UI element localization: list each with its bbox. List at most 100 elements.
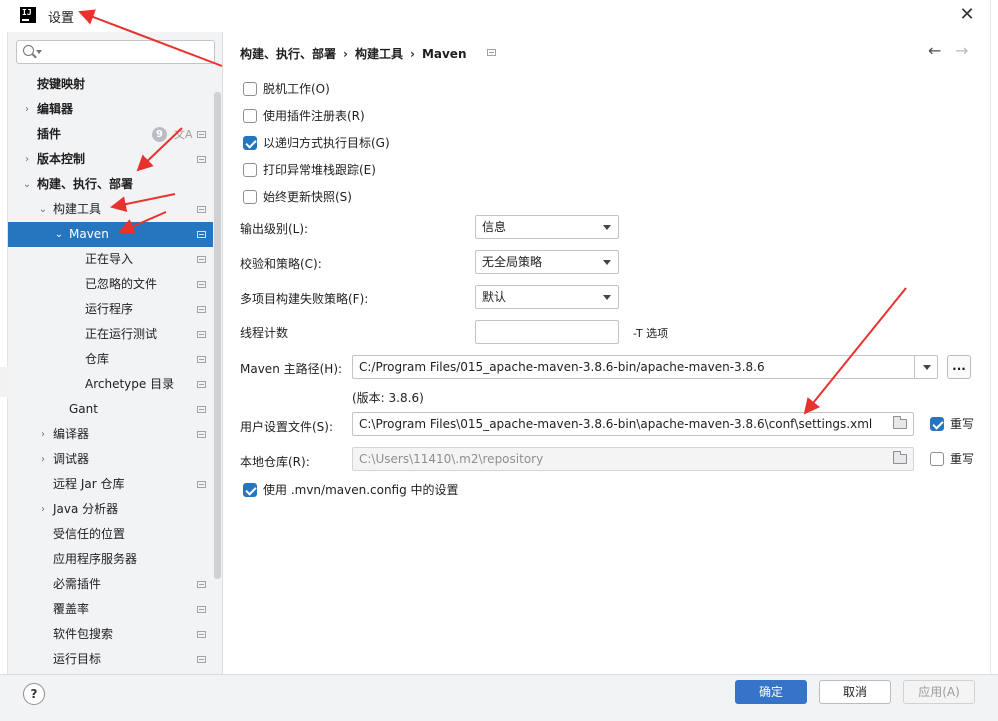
breadcrumb-item[interactable]: 构建、执行、部署 <box>240 47 336 61</box>
sidebar-item[interactable]: 必需插件 <box>8 572 213 597</box>
project-level-icon <box>197 206 206 213</box>
sidebar-item[interactable]: 正在导入 <box>8 247 213 272</box>
settings-search[interactable] <box>16 40 215 64</box>
chevron-right-icon[interactable]: › <box>36 497 50 522</box>
thread-count-input[interactable] <box>476 321 618 343</box>
thread-count-label: 线程计数 <box>240 326 289 340</box>
sidebar-item[interactable]: 正在运行测试 <box>8 322 213 347</box>
sidebar-item-label: Gant <box>69 402 98 416</box>
back-arrow-icon[interactable]: ← <box>928 41 941 60</box>
sidebar-item[interactable]: › Java 分析器 <box>8 497 213 522</box>
checkbox[interactable] <box>243 136 257 150</box>
search-icon <box>23 45 34 56</box>
breadcrumb-item[interactable]: 构建工具 <box>355 47 403 61</box>
project-level-icon <box>197 331 206 338</box>
project-level-icon <box>197 381 206 388</box>
folder-icon[interactable] <box>893 416 907 429</box>
sidebar-item-label: 运行程序 <box>85 302 134 316</box>
sidebar-item[interactable]: › 编辑器 <box>8 97 213 122</box>
chevron-down-icon <box>923 365 931 370</box>
sidebar-item[interactable]: Gant <box>8 397 213 422</box>
local-repo-label: 本地仓库(R): <box>240 455 310 469</box>
sidebar-item-label: 插件 <box>37 127 62 141</box>
background-window-edge <box>990 0 998 721</box>
chevron-down-icon[interactable]: ⌄ <box>36 197 50 222</box>
sidebar-item[interactable]: 运行目标 <box>8 647 213 672</box>
project-level-icon <box>197 481 206 488</box>
sidebar-item[interactable]: 软件包搜索 <box>8 622 213 647</box>
sidebar-item-label: 正在导入 <box>85 252 134 266</box>
project-level-icon <box>197 606 206 613</box>
project-level-icon <box>197 656 206 663</box>
output-level-label: 输出级别(L): <box>240 222 309 236</box>
checkbox[interactable] <box>243 163 257 177</box>
settings-tree: 按键映射 › 编辑器 插件 9 文A › 版本控制 ⌄ 构建、执行、部署 ⌄ 构建工具 ⌄ Maven 正在… <box>8 72 213 672</box>
ok-button[interactable]: 确定 <box>735 680 807 704</box>
sidebar-item[interactable]: 仓库 <box>8 347 213 372</box>
settings-sidebar: 按键映射 › 编辑器 插件 9 文A › 版本控制 ⌄ 构建、执行、部署 ⌄ 构建工具 ⌄ Maven 正在… <box>8 32 223 674</box>
sidebar-item[interactable]: 覆盖率 <box>8 597 213 622</box>
sidebar-item-label: 已忽略的文件 <box>85 277 158 291</box>
folder-icon[interactable] <box>893 451 907 464</box>
project-level-icon <box>197 156 206 163</box>
sidebar-item[interactable]: ⌄ 构建、执行、部署 <box>8 172 213 197</box>
user-settings-label: 用户设置文件(S): <box>240 420 334 434</box>
sidebar-item[interactable]: › 版本控制 <box>8 147 213 172</box>
annotation-arrow <box>803 287 907 415</box>
user-settings-field[interactable]: C:\Program Files\015_apache-maven-3.8.6-… <box>352 412 914 436</box>
search-input[interactable] <box>45 43 210 61</box>
chevron-right-icon[interactable]: › <box>36 447 50 472</box>
sidebar-item[interactable]: 运行程序 <box>8 297 213 322</box>
browse-maven-home-button[interactable]: ... <box>947 355 971 379</box>
sidebar-item-label: 软件包搜索 <box>53 627 114 641</box>
chevron-down-icon <box>36 50 42 54</box>
project-level-icon <box>197 256 206 263</box>
cancel-button[interactable]: 取消 <box>819 680 891 704</box>
sidebar-item-label: 构建工具 <box>53 202 102 216</box>
checkbox[interactable] <box>243 109 257 123</box>
sidebar-item[interactable]: 插件 9 文A <box>8 122 213 147</box>
checkbox[interactable] <box>930 452 944 466</box>
chevron-right-icon[interactable]: › <box>20 147 34 172</box>
close-icon[interactable]: ✕ <box>956 4 978 26</box>
sidebar-item[interactable]: › 编译器 <box>8 422 213 447</box>
project-level-icon <box>197 356 206 363</box>
local-repo-field[interactable]: C:\Users\11410\.m2\repository <box>352 447 914 471</box>
sidebar-item[interactable]: ⌄ 构建工具 <box>8 197 213 222</box>
sidebar-item[interactable]: › 调试器 <box>8 447 213 472</box>
chevron-down-icon[interactable]: ⌄ <box>20 172 34 197</box>
sidebar-scrollbar[interactable] <box>214 92 221 579</box>
chevron-down-icon <box>603 225 611 230</box>
maven-home-select[interactable]: C:/Program Files/015_apache-maven-3.8.6-… <box>352 355 938 379</box>
project-level-icon <box>197 281 206 288</box>
dialog-footer: ? 确定 取消 应用(A) <box>0 674 998 721</box>
thread-count-field[interactable] <box>475 320 619 344</box>
sidebar-item-label: 必需插件 <box>53 577 102 591</box>
apply-button[interactable]: 应用(A) <box>903 680 975 704</box>
checkbox[interactable] <box>930 417 944 431</box>
project-level-icon <box>197 431 206 438</box>
chevron-right-icon[interactable]: › <box>36 422 50 447</box>
intellij-logo-icon: IJ <box>20 7 36 23</box>
sidebar-item[interactable]: 远程 Jar 仓库 <box>8 472 213 497</box>
maven-version: (版本: 3.8.6) <box>352 391 424 405</box>
project-level-icon <box>197 581 206 588</box>
fail-policy-select[interactable]: 默认 <box>475 285 619 309</box>
sidebar-item-label: Archetype 目录 <box>85 377 175 391</box>
chevron-down-icon[interactable]: ⌄ <box>52 222 66 247</box>
help-button[interactable]: ? <box>23 683 45 705</box>
forward-arrow-icon[interactable]: → <box>955 41 968 60</box>
sidebar-item[interactable]: 已忽略的文件 <box>8 272 213 297</box>
sidebar-item[interactable]: 受信任的位置 <box>8 522 213 547</box>
sidebar-item[interactable]: ⌄ Maven <box>8 222 213 247</box>
checksum-policy-select[interactable]: 无全局策略 <box>475 250 619 274</box>
background-window-edge <box>0 32 8 674</box>
sidebar-item[interactable]: 按键映射 <box>8 72 213 97</box>
checkbox[interactable] <box>243 483 257 497</box>
checkbox[interactable] <box>243 82 257 96</box>
chevron-right-icon[interactable]: › <box>20 97 34 122</box>
sidebar-item[interactable]: Archetype 目录 <box>8 372 213 397</box>
sidebar-item[interactable]: 应用程序服务器 <box>8 547 213 572</box>
output-level-select[interactable]: 信息 <box>475 215 619 239</box>
checkbox[interactable] <box>243 190 257 204</box>
